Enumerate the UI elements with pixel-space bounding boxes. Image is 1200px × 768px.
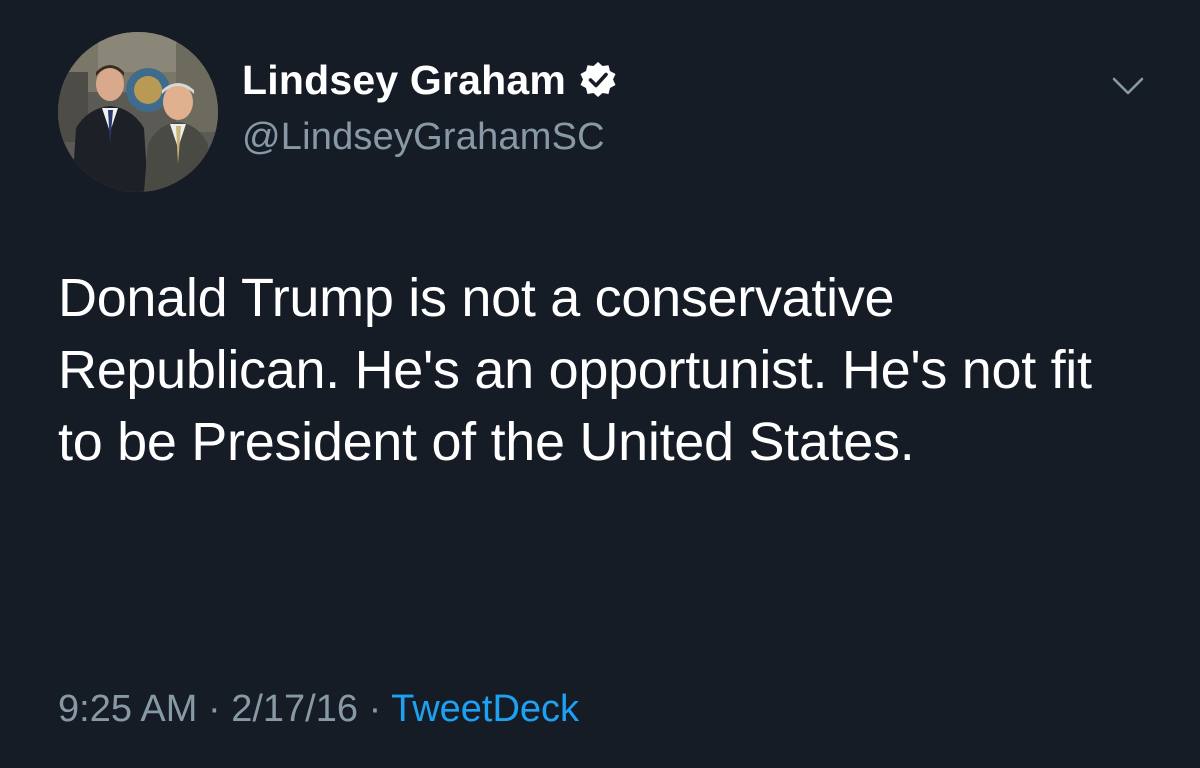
tweet-source-link[interactable]: TweetDeck — [391, 688, 579, 730]
display-name[interactable]: Lindsey Graham — [242, 57, 566, 104]
meta-separator: · — [368, 688, 382, 730]
tweet-text: Donald Trump is not a conservative Repub… — [58, 268, 1092, 472]
tweet-date[interactable]: 2/17/16 — [231, 688, 358, 730]
chevron-down-icon[interactable] — [1110, 74, 1146, 98]
tweet-card: Lindsey Graham @LindseyGrahamSC Donald T… — [0, 0, 1200, 768]
profile-photo-icon — [58, 32, 218, 192]
avatar[interactable] — [58, 32, 218, 192]
meta-separator: · — [207, 688, 221, 730]
tweet-time[interactable]: 9:25 AM — [58, 688, 197, 730]
tweet-meta: 9:25 AM · 2/17/16 · TweetDeck — [58, 688, 579, 731]
verified-badge-icon — [578, 60, 618, 100]
display-name-row[interactable]: Lindsey Graham — [242, 56, 618, 104]
user-handle[interactable]: @LindseyGrahamSC — [242, 116, 605, 159]
